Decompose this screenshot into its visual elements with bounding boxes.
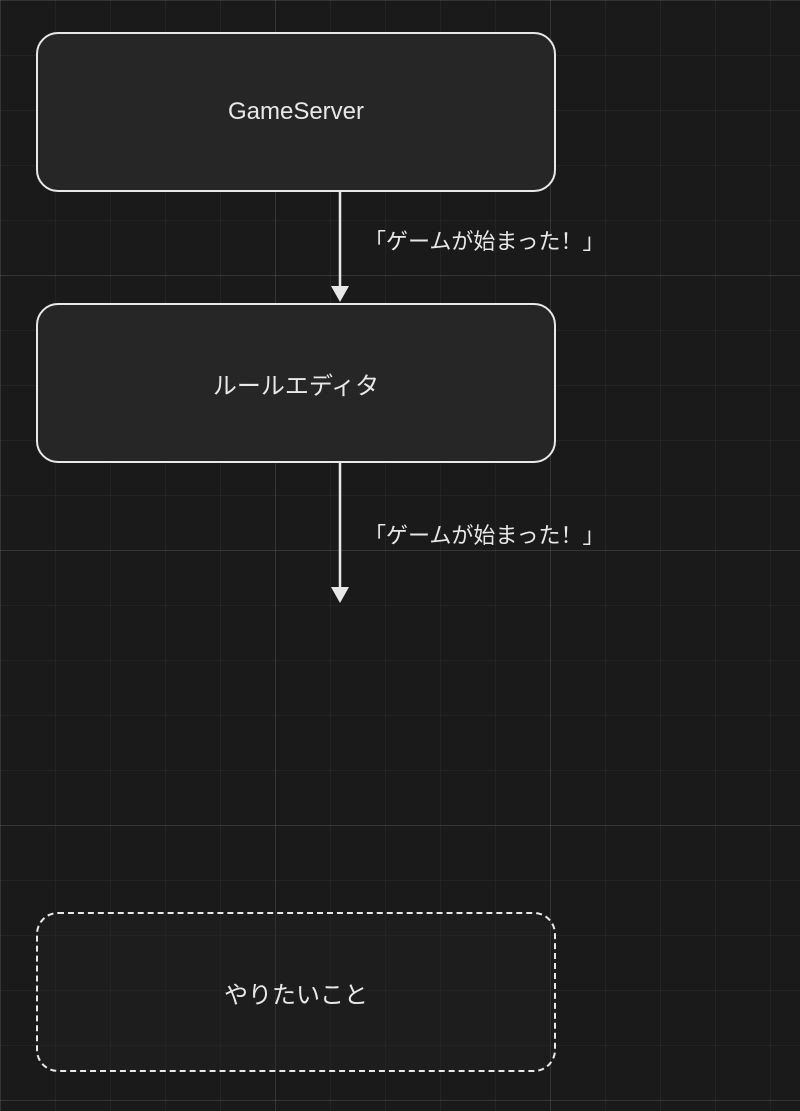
node-game-server[interactable]: GameServer — [36, 32, 556, 192]
node-label: やりたいこと — [224, 975, 368, 1010]
diagram-canvas[interactable]: GameServer 「ゲームが始まった！」 ルールエディタ 「ゲームが始まった… — [0, 0, 800, 1111]
node-label: ルールエディタ — [213, 366, 379, 401]
arrow-icon — [325, 192, 355, 302]
edge-label-1: 「ゲームが始まった！」 — [364, 224, 604, 256]
node-label: GameServer — [228, 98, 364, 126]
edge-label-2: 「ゲームが始まった！」 — [364, 518, 604, 550]
node-rule-editor[interactable]: ルールエディタ — [36, 303, 556, 463]
node-todo[interactable]: やりたいこと — [36, 912, 556, 1072]
arrow-icon — [325, 463, 355, 603]
